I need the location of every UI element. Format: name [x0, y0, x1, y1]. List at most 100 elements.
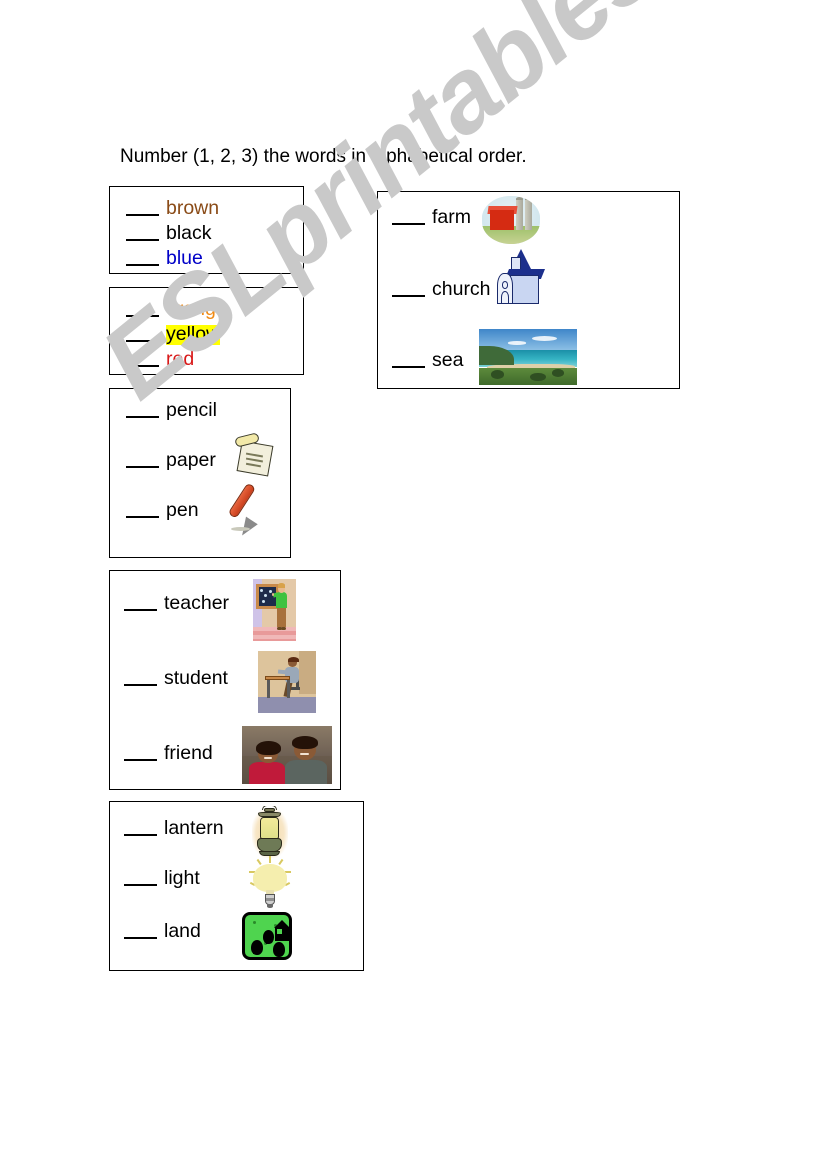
word-label: land: [164, 920, 201, 942]
boy-smile: [299, 753, 310, 756]
boy-top: [285, 759, 327, 784]
classroom-floor: [253, 627, 296, 641]
desk-leg: [287, 679, 290, 699]
list-item[interactable]: light: [124, 867, 200, 889]
list-item[interactable]: student: [124, 667, 228, 689]
word-label: red: [166, 348, 195, 370]
answer-blank[interactable]: [126, 453, 159, 469]
bulb-ray: [278, 859, 284, 866]
land-tree-trunk: [265, 935, 268, 944]
land-tree-trunk: [275, 947, 278, 956]
pen-shadow-shape: [231, 526, 251, 531]
lantern-base: [257, 838, 282, 853]
list-item[interactable]: brown: [126, 197, 220, 219]
list-item[interactable]: teacher: [124, 592, 230, 614]
bulb-tip: [267, 904, 273, 908]
answer-blank[interactable]: [126, 352, 159, 368]
sea-cloud: [508, 341, 527, 345]
teacher-at-blackboard-image: [253, 579, 296, 641]
bulb-glass: [253, 863, 287, 892]
girl-top: [249, 761, 286, 784]
land-house-window: [276, 929, 282, 935]
answer-blank[interactable]: [124, 821, 157, 837]
list-item[interactable]: pencil: [126, 399, 217, 421]
list-item[interactable]: church: [392, 278, 491, 300]
farm-silo: [524, 199, 533, 230]
word-label: blue: [166, 247, 203, 269]
fountain-pen-image: [228, 481, 284, 537]
word-label: farm: [432, 206, 471, 228]
list-item[interactable]: orange: [126, 298, 227, 320]
answer-blank[interactable]: [124, 746, 157, 762]
pen-barrel-shape: [228, 482, 256, 520]
scroll-paper-image: [230, 431, 282, 479]
lantern-glass: [259, 816, 280, 840]
answer-blank[interactable]: [126, 302, 159, 318]
word-label: teacher: [164, 592, 230, 614]
room-wall: [298, 651, 316, 695]
answer-blank[interactable]: [392, 282, 425, 298]
word-label: sea: [432, 349, 464, 371]
answer-blank[interactable]: [126, 251, 159, 267]
list-item[interactable]: friend: [124, 743, 213, 764]
list-item[interactable]: red: [126, 348, 195, 370]
church-body: [510, 275, 540, 304]
list-item[interactable]: yellow: [126, 323, 221, 345]
answer-blank[interactable]: [124, 924, 157, 940]
teacher-hair: [277, 583, 286, 588]
desk-leg: [267, 679, 271, 699]
farm-barn-image: [482, 196, 540, 244]
chalk-dot: [259, 588, 263, 592]
list-item[interactable]: farm: [392, 206, 471, 228]
bulb-ray: [256, 859, 261, 866]
word-label: orange: [166, 298, 227, 320]
land-icon-image: [242, 912, 292, 960]
colors-box-2: orange yellow red: [109, 287, 304, 375]
list-item[interactable]: black: [126, 222, 212, 244]
church-door: [501, 291, 509, 304]
answer-blank[interactable]: [124, 596, 157, 612]
answer-blank[interactable]: [124, 871, 157, 887]
word-label: church: [432, 278, 491, 300]
list-item[interactable]: pen: [126, 499, 199, 521]
answer-blank[interactable]: [126, 327, 159, 343]
bulb-screw-base: [265, 893, 275, 905]
answer-blank[interactable]: [392, 210, 425, 226]
two-children-photo: [242, 726, 332, 784]
stationery-box: pencil paper pen: [109, 388, 291, 558]
answer-blank[interactable]: [126, 226, 159, 242]
word-label: paper: [166, 449, 216, 471]
word-label: black: [166, 222, 212, 244]
word-label: brown: [166, 197, 220, 219]
bulb-ray: [268, 856, 271, 863]
people-box: teacher student friend: [109, 570, 341, 790]
sea-bush: [529, 372, 546, 382]
sea-cloud: [531, 335, 558, 341]
list-item[interactable]: blue: [126, 247, 203, 269]
light-bulb-image: [244, 856, 296, 912]
list-item[interactable]: land: [124, 920, 201, 942]
answer-blank[interactable]: [392, 353, 425, 369]
list-item[interactable]: sea: [392, 349, 464, 371]
word-label: yellow: [166, 323, 221, 345]
word-label: student: [164, 667, 228, 689]
word-label: pen: [166, 499, 199, 521]
list-item[interactable]: paper: [126, 449, 216, 471]
land-tree-trunk: [253, 945, 255, 954]
boy-hair: [292, 736, 319, 750]
word-label: light: [164, 867, 200, 889]
girl-smile: [263, 757, 272, 760]
photo-wall: [242, 726, 332, 757]
colors-box-1: brown black blue: [109, 186, 304, 274]
answer-blank[interactable]: [126, 503, 159, 519]
list-item[interactable]: lantern: [124, 817, 224, 839]
answer-blank[interactable]: [124, 671, 157, 687]
word-label: lantern: [164, 817, 224, 839]
answer-blank[interactable]: [126, 201, 159, 217]
room-floor: [258, 696, 316, 713]
word-label: pencil: [166, 399, 217, 421]
student-hair: [287, 656, 299, 663]
student-at-desk-image: [258, 651, 316, 713]
answer-blank[interactable]: [126, 403, 159, 419]
places-box: farm church sea: [377, 191, 680, 389]
